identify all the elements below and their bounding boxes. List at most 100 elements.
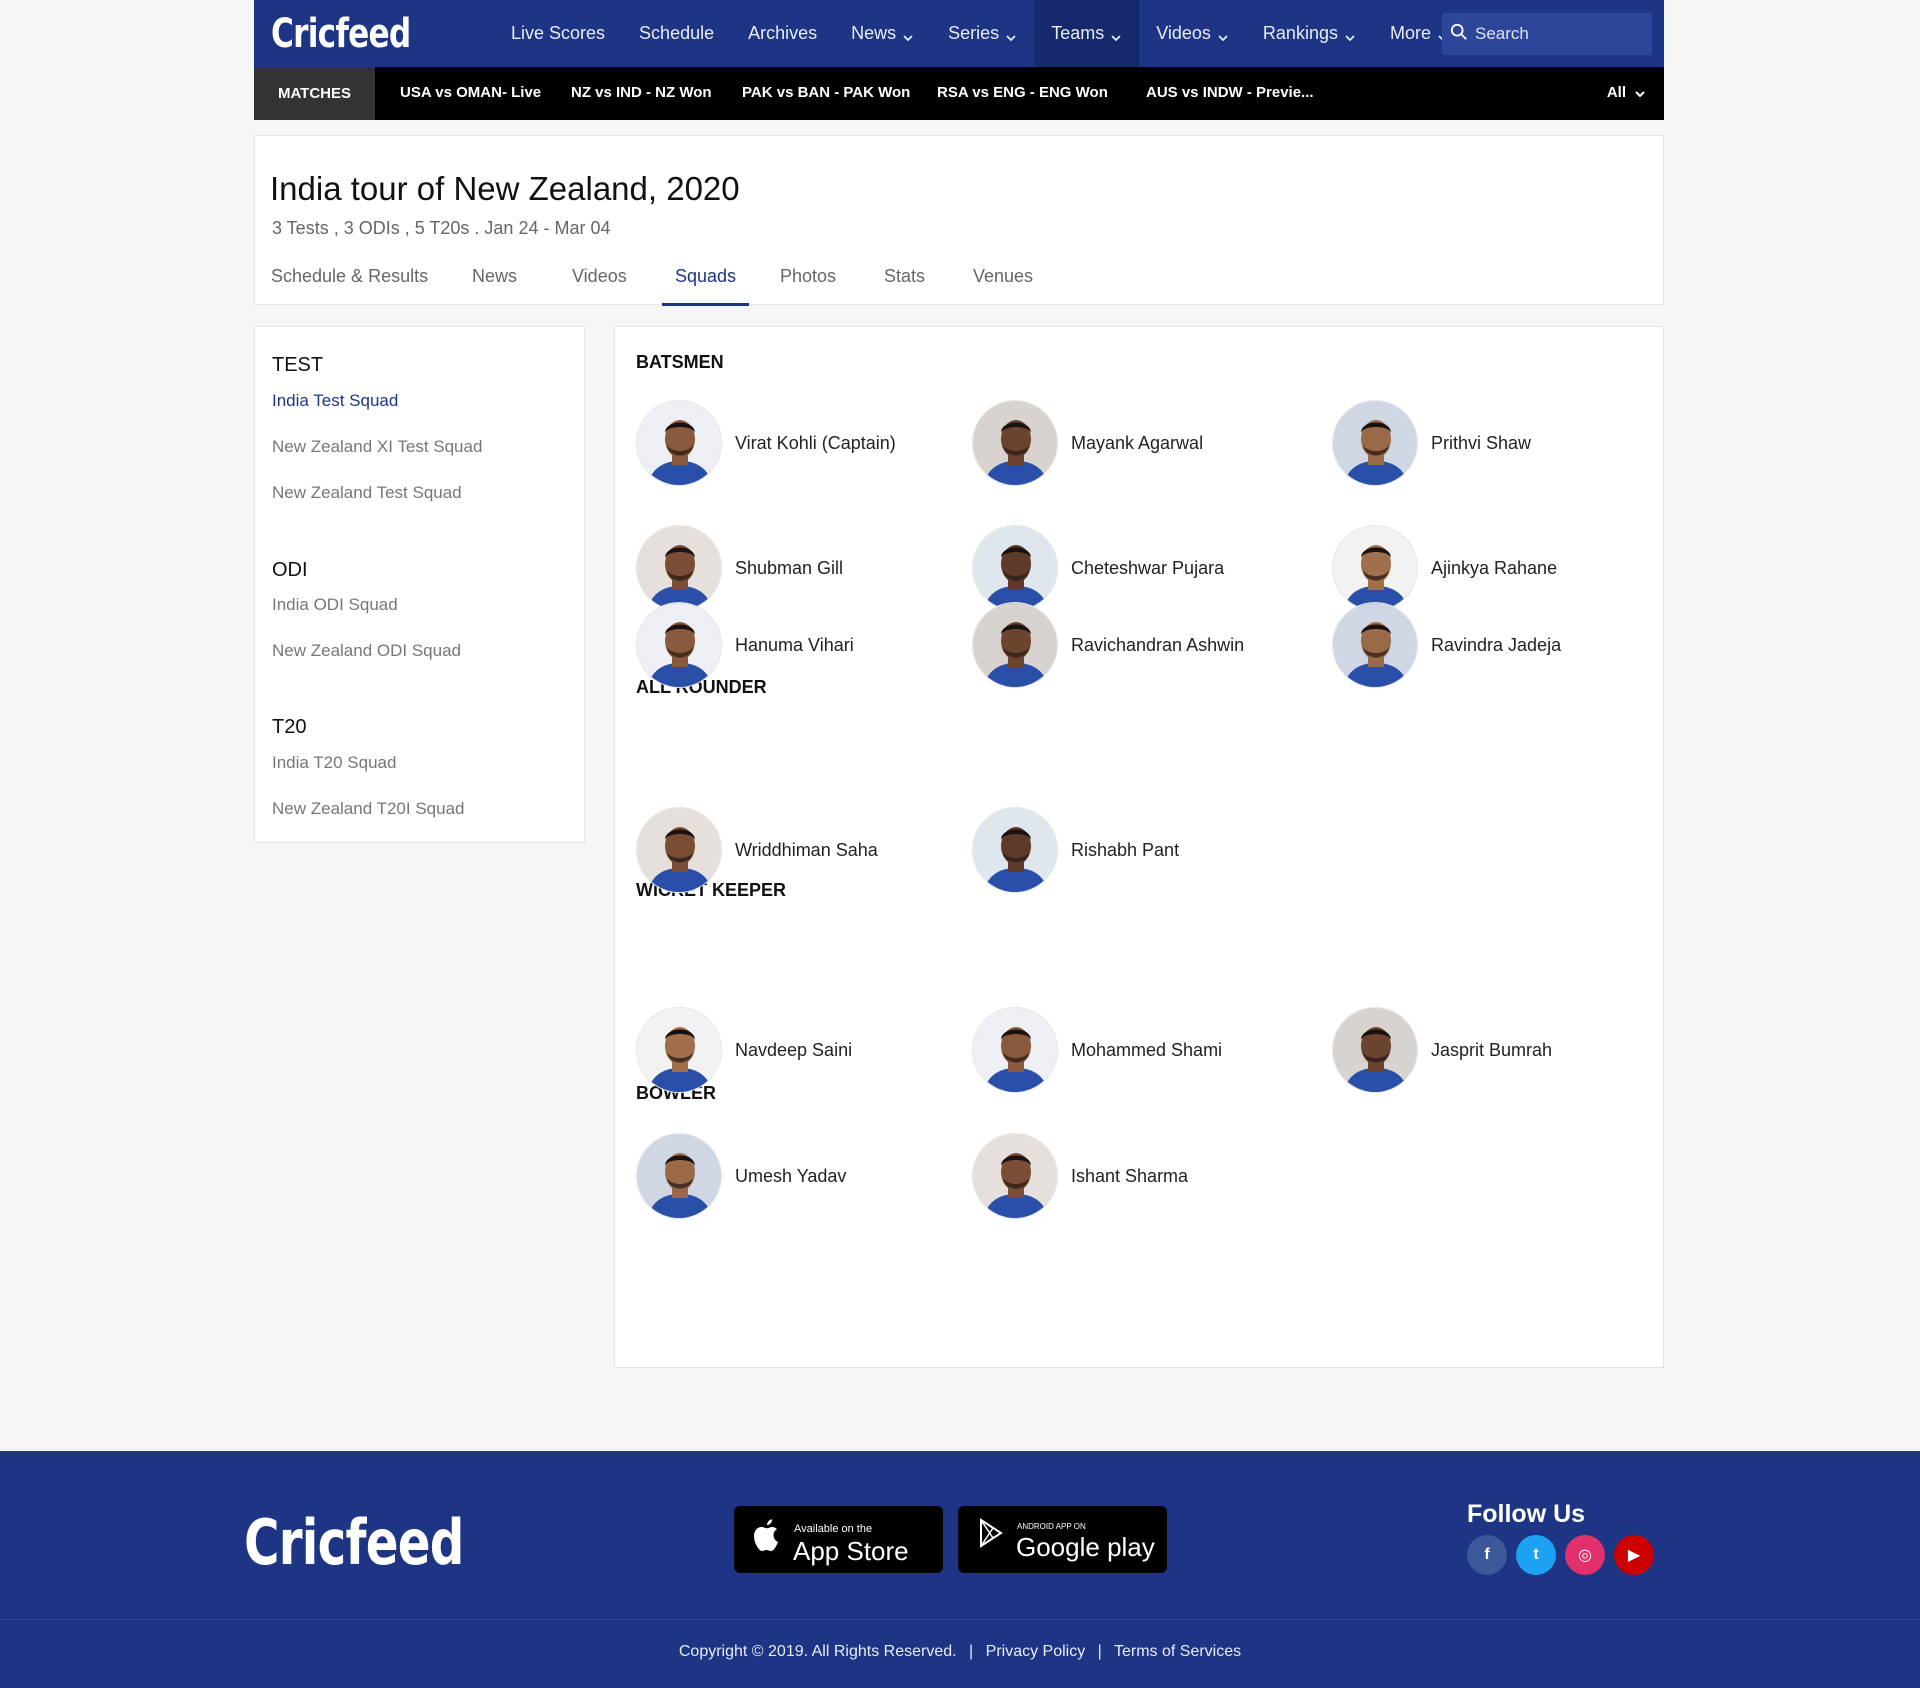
player-name: Ravichandran Ashwin: [1071, 634, 1245, 655]
google-play-small-text: ANDROID APP ON: [1017, 1522, 1086, 1531]
player-card[interactable]: Wriddhiman Saha: [636, 807, 878, 893]
player-card[interactable]: Ravichandran Ashwin: [972, 602, 1244, 688]
facebook-icon[interactable]: f: [1467, 1535, 1507, 1575]
terms-of-services-link[interactable]: Terms of Services: [1114, 1643, 1241, 1660]
nav-item-label: Schedule: [639, 23, 715, 43]
player-avatar: [1332, 1007, 1418, 1093]
tab-photos[interactable]: Photos: [780, 266, 836, 306]
main-nav-links: Live Scores Schedule Archives News Series Tea…: [494, 0, 1466, 67]
player-card[interactable]: Virat Kohli (Captain): [636, 400, 896, 486]
sidebar-heading-test: TEST: [272, 354, 324, 376]
tab-videos[interactable]: Videos: [572, 266, 627, 306]
player-avatar: [972, 1133, 1058, 1219]
player-name: Jasprit Bumrah: [1431, 1039, 1553, 1060]
copyright-text: Copyright © 2019. All Rights Reserved.: [678, 1643, 957, 1660]
match-item[interactable]: USA vs OMAN- Live: [400, 84, 541, 101]
top-navigation: Cricfeed Live Scores Schedule Archives News…: [254, 0, 1664, 67]
sidebar-item-nz-test-squad[interactable]: New Zealand Test Squad: [272, 483, 462, 503]
match-item[interactable]: RSA vs ENG - ENG Won: [937, 84, 1108, 101]
tab-squads[interactable]: Squads: [661, 266, 750, 306]
sidebar-item-nz-xi-test-squad[interactable]: New Zealand XI Test Squad: [272, 437, 482, 457]
tab-venues[interactable]: Venues: [973, 266, 1033, 306]
sidebar-item-india-t20-squad[interactable]: India T20 Squad: [272, 753, 396, 773]
match-ticker: MATCHES USA vs OMAN- Live NZ vs IND - NZ…: [254, 67, 1664, 120]
squad-panel: BATSMEN ALL ROUNDER WICKET KEEPER BOWLER…: [614, 326, 1664, 1368]
player-name: Hanuma Vihari: [735, 634, 854, 655]
search-box[interactable]: [1442, 13, 1652, 55]
series-header: India tour of New Zealand, 2020 3 Tests …: [254, 135, 1664, 306]
player-card[interactable]: Jasprit Bumrah: [1332, 1007, 1552, 1093]
player-avatar: [636, 1007, 722, 1093]
player-card[interactable]: Cheteshwar Pujara: [972, 525, 1224, 611]
nav-item-series[interactable]: Series: [931, 0, 1034, 67]
twitter-icon[interactable]: t: [1516, 1535, 1556, 1575]
tab-schedule-results[interactable]: Schedule & Results: [271, 266, 428, 306]
nav-item-news[interactable]: News: [834, 0, 931, 67]
player-card[interactable]: Navdeep Saini: [636, 1007, 852, 1093]
player-card[interactable]: Mayank Agarwal: [972, 400, 1203, 486]
role-heading-batsmen: BATSMEN: [636, 352, 724, 372]
sidebar-item-nz-odi-squad[interactable]: New Zealand ODI Squad: [272, 641, 461, 661]
player-name: Mohammed Shami: [1071, 1039, 1223, 1060]
match-filter-select[interactable]: All: [1607, 84, 1646, 101]
player-name: Umesh Yadav: [735, 1165, 847, 1186]
tab-stats[interactable]: Stats: [884, 266, 925, 306]
player-avatar: [636, 400, 722, 486]
app-store-button[interactable]: Available on the App Store: [734, 1506, 943, 1573]
chevron-down-icon: [1005, 28, 1017, 41]
cricfeed-logo[interactable]: Cricfeed: [271, 11, 445, 57]
series-tabs: Schedule & Results News Videos Squads Ph…: [255, 266, 1663, 306]
player-card[interactable]: Ajinkya Rahane: [1332, 525, 1557, 611]
app-store-small-text: Available on the: [794, 1523, 873, 1535]
sidebar-item-nz-t20i-squad[interactable]: New Zealand T20I Squad: [272, 799, 464, 819]
match-filter-label: All: [1606, 84, 1626, 101]
player-avatar: [972, 1007, 1058, 1093]
tab-news[interactable]: News: [472, 266, 517, 306]
nav-item-teams[interactable]: Teams: [1034, 0, 1140, 67]
player-card[interactable]: Rishabh Pant: [972, 807, 1179, 893]
match-item[interactable]: AUS vs INDW - Previe...: [1146, 84, 1314, 101]
player-avatar: [636, 807, 722, 893]
squad-sidebar: TEST India Test Squad New Zealand XI Tes…: [254, 326, 585, 843]
google-play-button[interactable]: ANDROID APP ON Google play: [958, 1506, 1167, 1573]
player-card[interactable]: Hanuma Vihari: [636, 602, 854, 688]
copyright-bar: Copyright © 2019. All Rights Reserved. |…: [0, 1643, 1920, 1661]
player-name: Rishabh Pant: [1071, 839, 1180, 860]
player-name: Wriddhiman Saha: [735, 839, 878, 860]
series-title: India tour of New Zealand, 2020: [270, 170, 740, 207]
nav-item-label: News: [851, 23, 897, 43]
player-card[interactable]: Ishant Sharma: [972, 1133, 1188, 1219]
nav-item-archives[interactable]: Archives: [731, 0, 834, 67]
match-item[interactable]: PAK vs BAN - PAK Won: [742, 84, 910, 101]
player-card[interactable]: Ravindra Jadeja: [1332, 602, 1561, 688]
sidebar-item-india-odi-squad[interactable]: India ODI Squad: [272, 595, 398, 615]
search-input[interactable]: [1475, 24, 1645, 44]
sidebar-item-india-test-squad[interactable]: India Test Squad: [272, 391, 398, 411]
match-item[interactable]: NZ vs IND - NZ Won: [571, 84, 712, 101]
nav-item-rankings[interactable]: Rankings: [1246, 0, 1373, 67]
player-name: Shubman Gill: [735, 557, 844, 578]
player-card[interactable]: Shubman Gill: [636, 525, 843, 611]
player-avatar: [1332, 602, 1418, 688]
nav-item-live-scores[interactable]: Live Scores: [494, 0, 622, 67]
player-avatar: [972, 525, 1058, 611]
chevron-down-icon: [902, 28, 914, 41]
footer-separator: |: [1097, 1643, 1102, 1660]
player-card[interactable]: Mohammed Shami: [972, 1007, 1222, 1093]
nav-item-schedule[interactable]: Schedule: [622, 0, 731, 67]
chevron-down-icon: [1634, 87, 1646, 99]
search-icon: [1450, 23, 1468, 46]
footer-logo[interactable]: Cricfeed: [244, 1506, 464, 1579]
player-avatar: [1332, 525, 1418, 611]
google-play-big-text: Google play: [1016, 1532, 1155, 1562]
chevron-down-icon: [1110, 28, 1122, 41]
privacy-policy-link[interactable]: Privacy Policy: [986, 1643, 1086, 1660]
youtube-icon[interactable]: ▶: [1614, 1535, 1654, 1575]
player-card[interactable]: Prithvi Shaw: [1332, 400, 1531, 486]
instagram-icon[interactable]: ◎: [1565, 1535, 1605, 1575]
nav-item-videos[interactable]: Videos: [1139, 0, 1246, 67]
chevron-down-icon: [1217, 28, 1229, 41]
player-card[interactable]: Umesh Yadav: [636, 1133, 846, 1219]
nav-item-label: Series: [948, 23, 1000, 43]
player-avatar: [636, 1133, 722, 1219]
